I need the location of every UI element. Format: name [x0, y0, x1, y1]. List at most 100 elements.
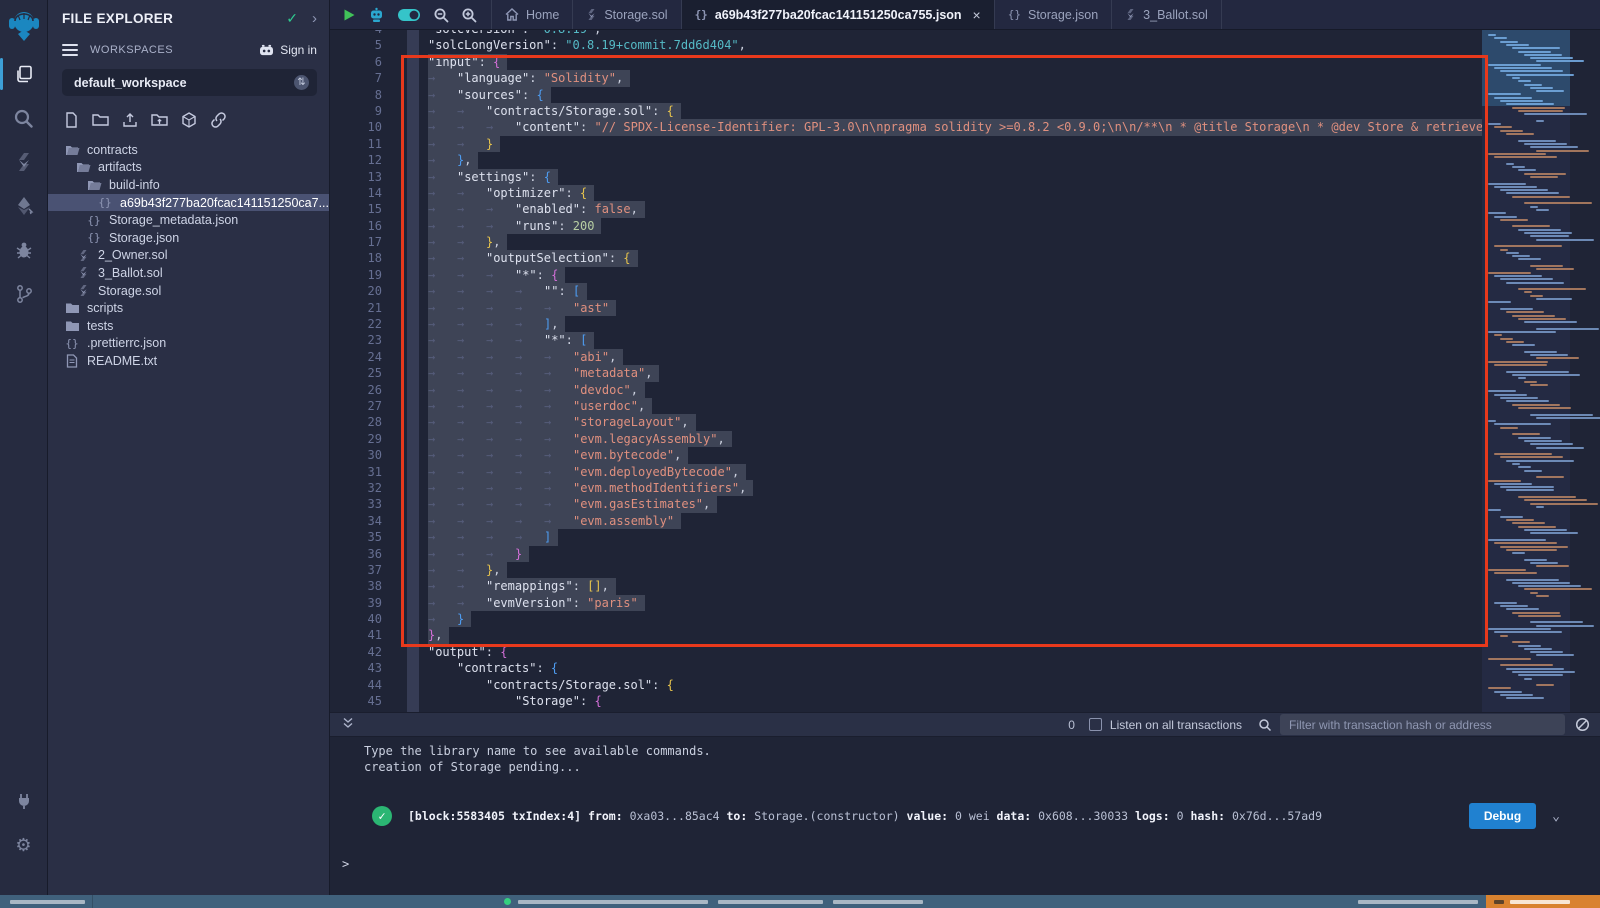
code-line-19[interactable]: 19→→→"*": { — [330, 267, 1482, 283]
code-line-31[interactable]: 31→→→→→"evm.deployedBytecode", — [330, 464, 1482, 480]
upload-folder-icon[interactable] — [151, 112, 168, 133]
code-line-12[interactable]: 12→}, — [330, 152, 1482, 168]
code-line-13[interactable]: 13→"settings": { — [330, 169, 1482, 185]
code-line-23[interactable]: 23→→→→"*": [ — [330, 332, 1482, 348]
code-line-27[interactable]: 27→→→→→"userdoc", — [330, 398, 1482, 414]
code-line-33[interactable]: 33→→→→→"evm.gasEstimates", — [330, 496, 1482, 512]
close-tab-icon[interactable]: × — [973, 7, 981, 23]
code-line-21[interactable]: 21→→→→→"ast" — [330, 300, 1482, 316]
code-line-15[interactable]: 15→→→"enabled": false, — [330, 201, 1482, 217]
code-line-28[interactable]: 28→→→→→"storageLayout", — [330, 414, 1482, 430]
new-file-icon[interactable] — [64, 112, 79, 133]
code-line-36[interactable]: 36→→→} — [330, 546, 1482, 562]
tab-3-ballot-sol[interactable]: 3_Ballot.sol — [1112, 0, 1222, 29]
minimap[interactable] — [1482, 30, 1570, 712]
expand-terminal-icon[interactable] — [342, 716, 354, 734]
rail-item-remix-logo[interactable] — [0, 0, 47, 52]
code-line-32[interactable]: 32→→→→→"evm.methodIdentifiers", — [330, 480, 1482, 496]
code-line-11[interactable]: 11→→} — [330, 136, 1482, 152]
code-line-29[interactable]: 29→→→→→"evm.legacyAssembly", — [330, 431, 1482, 447]
debug-button[interactable]: Debug — [1469, 803, 1536, 829]
code-line-38[interactable]: 38→→"remappings": [], — [330, 578, 1482, 594]
tree-item-build-info[interactable]: build-info — [48, 176, 329, 194]
code-line-16[interactable]: 16→→→"runs": 200 — [330, 218, 1482, 234]
listen-all-checkbox[interactable] — [1089, 718, 1102, 731]
code-line-6[interactable]: 6"input": { — [330, 54, 1482, 70]
code-editor[interactable]: 4"solcVersion": "0.8.19",5"solcLongVersi… — [330, 30, 1600, 712]
rail-item-deploy-and-run[interactable] — [0, 184, 47, 228]
code-line-43[interactable]: 43"contracts": { — [330, 660, 1482, 676]
tree-item-2-owner-sol[interactable]: 2_Owner.sol — [48, 247, 329, 265]
tab-home[interactable]: Home — [492, 0, 573, 29]
tree-item-readme-txt[interactable]: README.txt — [48, 352, 329, 370]
tree-item--prettierrc-json[interactable]: {}.prettierrc.json — [48, 335, 329, 353]
rail-item-solidity-compiler[interactable] — [0, 140, 47, 184]
terminal-output[interactable]: Type the library name to see available c… — [330, 737, 1600, 895]
upload-file-icon[interactable] — [122, 112, 138, 133]
rail-item-plugin-manager[interactable] — [0, 779, 47, 823]
code-line-8[interactable]: 8→"sources": { — [330, 87, 1482, 103]
code-line-5[interactable]: 5"solcLongVersion": "0.8.19+commit.7dd6d… — [330, 37, 1482, 53]
code-line-37[interactable]: 37→→}, — [330, 562, 1482, 578]
ipfs-box-icon[interactable] — [181, 112, 197, 133]
line-number: 13 — [330, 169, 395, 185]
code-line-20[interactable]: 20→→→→"": [ — [330, 283, 1482, 299]
zoom-in-button[interactable] — [461, 7, 477, 23]
link-icon[interactable] — [210, 112, 227, 133]
expand-tx-icon[interactable]: ⌄ — [1552, 809, 1560, 824]
code-line-22[interactable]: 22→→→→], — [330, 316, 1482, 332]
new-folder-icon[interactable] — [92, 112, 109, 133]
chevron-right-icon[interactable]: › — [312, 10, 317, 27]
code-line-14[interactable]: 14→→"optimizer": { — [330, 185, 1482, 201]
tree-item-storage-metadata-json[interactable]: {}Storage_metadata.json — [48, 211, 329, 229]
clear-console-icon[interactable] — [1575, 717, 1590, 732]
rail-item-settings[interactable]: ⚙ — [0, 823, 47, 867]
transaction-log-row[interactable]: ✓ [block:5583405 txIndex:4] from: 0xa03.… — [372, 797, 1560, 835]
code-line-18[interactable]: 18→→"outputSelection": { — [330, 250, 1482, 266]
code-line-35[interactable]: 35→→→→] — [330, 529, 1482, 545]
code-line-41[interactable]: 41}, — [330, 627, 1482, 643]
code-line-40[interactable]: 40→} — [330, 611, 1482, 627]
tx-filter-input[interactable] — [1280, 714, 1565, 735]
tab-storage-json[interactable]: {}Storage.json — [995, 0, 1112, 29]
code-line-45[interactable]: 45"Storage": { — [330, 693, 1482, 709]
rail-item-search[interactable] — [0, 96, 47, 140]
zoom-out-button[interactable] — [433, 7, 449, 23]
tree-item-tests[interactable]: tests — [48, 317, 329, 335]
tree-item-a69b43f277ba20fcac141151250ca7-[interactable]: {}a69b43f277ba20fcac141151250ca7... — [48, 194, 329, 212]
hamburger-menu-icon[interactable] — [62, 41, 78, 59]
tree-item-storage-sol[interactable]: Storage.sol — [48, 282, 329, 300]
rail-item-git[interactable] — [0, 272, 47, 316]
tab-storage-sol[interactable]: Storage.sol — [573, 0, 681, 29]
ai-assistant-button[interactable] — [368, 7, 385, 23]
code-line-42[interactable]: 42"output": { — [330, 644, 1482, 660]
tree-item-artifacts[interactable]: artifacts — [48, 159, 329, 177]
tree-item-storage-json[interactable]: {}Storage.json — [48, 229, 329, 247]
code-line-4[interactable]: 4"solcVersion": "0.8.19", — [330, 30, 1482, 37]
code-line-24[interactable]: 24→→→→→"abi", — [330, 349, 1482, 365]
code-line-7[interactable]: 7→"language": "Solidity", — [330, 70, 1482, 86]
code-line-44[interactable]: 44"contracts/Storage.sol": { — [330, 677, 1482, 693]
tree-item-contracts[interactable]: contracts — [48, 141, 329, 159]
rail-item-debugger[interactable] — [0, 228, 47, 272]
sign-in-button[interactable]: Sign in — [259, 43, 317, 57]
tree-item-scripts[interactable]: scripts — [48, 299, 329, 317]
line-number: 30 — [330, 447, 395, 463]
toggle-switch[interactable] — [397, 8, 421, 22]
folder-open-icon — [86, 179, 102, 191]
workspace-selector[interactable]: default_workspace ⇅ — [62, 69, 317, 96]
code-line-10[interactable]: 10→→→"content": "// SPDX-License-Identif… — [330, 119, 1482, 135]
code-line-39[interactable]: 39→→"evmVersion": "paris" — [330, 595, 1482, 611]
solidity-file-icon — [586, 8, 597, 21]
code-line-30[interactable]: 30→→→→→"evm.bytecode", — [330, 447, 1482, 463]
code-line-17[interactable]: 17→→}, — [330, 234, 1482, 250]
code-line-9[interactable]: 9→→"contracts/Storage.sol": { — [330, 103, 1482, 119]
terminal-prompt[interactable]: > — [342, 857, 349, 871]
rail-item-file-explorer[interactable] — [0, 52, 47, 96]
tree-item-3-ballot-sol[interactable]: 3_Ballot.sol — [48, 264, 329, 282]
code-line-25[interactable]: 25→→→→→"metadata", — [330, 365, 1482, 381]
code-line-34[interactable]: 34→→→→→"evm.assembly" — [330, 513, 1482, 529]
run-script-button[interactable] — [342, 8, 356, 22]
code-line-26[interactable]: 26→→→→→"devdoc", — [330, 382, 1482, 398]
tab-a69b43f277ba20fcac141151250ca755-json[interactable]: {}a69b43f277ba20fcac141151250ca755.json× — [682, 0, 995, 29]
